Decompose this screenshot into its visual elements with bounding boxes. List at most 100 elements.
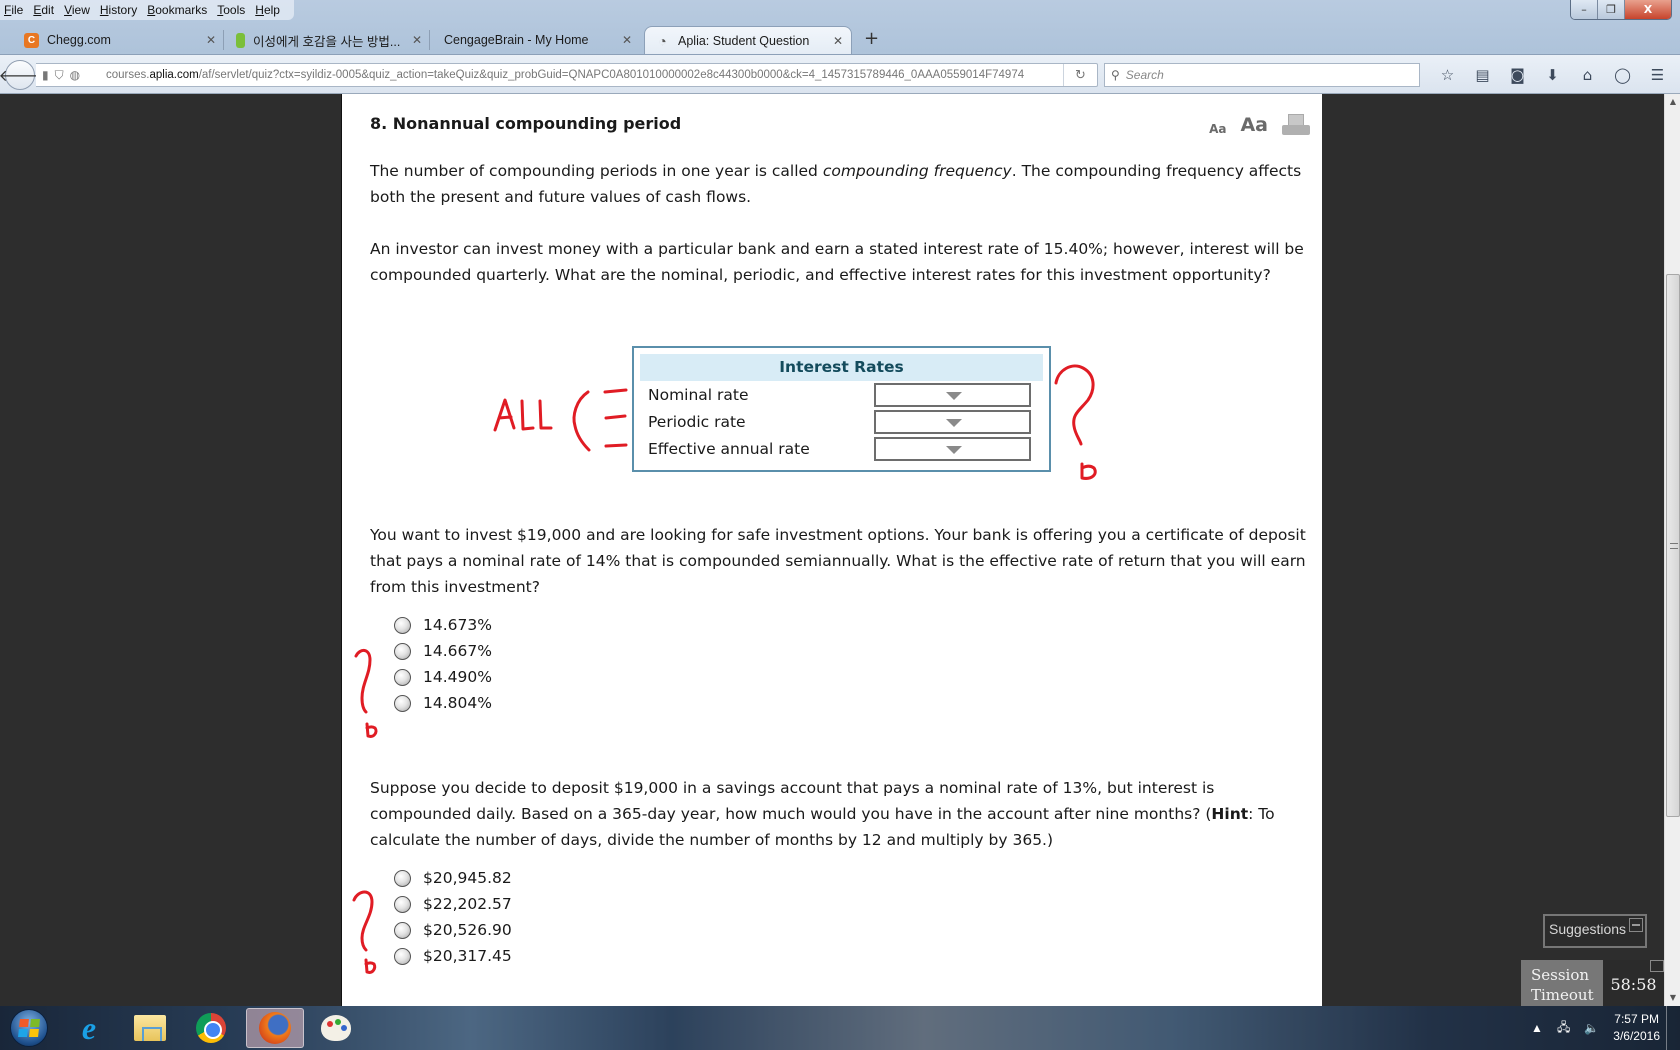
effective-rate-select[interactable] (874, 437, 1031, 461)
search-input[interactable]: ⚲ Search (1104, 63, 1420, 87)
reload-button[interactable]: ↻ (1063, 64, 1097, 86)
radio-button[interactable] (394, 642, 411, 660)
menu-hamburger-icon[interactable]: ☰ (1640, 63, 1675, 87)
minimize-session-icon[interactable] (1650, 960, 1664, 972)
chat-bubble-icon[interactable]: ◯ (1605, 63, 1640, 87)
shield-icon[interactable]: ⛉ (55, 68, 64, 83)
taskbar-firefox[interactable] (246, 1008, 304, 1048)
menu-help[interactable]: Help (255, 3, 280, 17)
close-tab-icon[interactable]: ✕ (412, 33, 422, 47)
option-radio[interactable]: $20,945.82 (394, 865, 512, 891)
part3-text: Suppose you decide to deposit $19,000 in… (370, 779, 1215, 823)
radio-button[interactable] (394, 947, 411, 965)
page-icon: ▮ (42, 68, 49, 82)
suggestions-widget[interactable]: Suggestions (1543, 914, 1647, 948)
reading-list-icon[interactable]: ▤ (1465, 63, 1500, 87)
url-bar-icons: ▮ ⛉ ◍ (36, 68, 106, 83)
option-radio[interactable]: 14.673% (394, 612, 492, 638)
url-text[interactable]: courses.aplia.com/af/servlet/quiz?ctx=sy… (106, 69, 1056, 81)
question-panel: 8. Nonannual compounding period Aa Aa Th… (341, 94, 1322, 1006)
rate-row-nominal: Nominal rate (648, 382, 1038, 408)
vertical-scrollbar[interactable]: ▲ ▼ (1664, 94, 1680, 1006)
paint-icon (321, 1015, 351, 1041)
menu-file[interactable]: File (4, 3, 23, 17)
taskbar-explorer[interactable] (121, 1008, 179, 1048)
menu-tools[interactable]: Tools (217, 3, 245, 17)
pocket-icon[interactable]: ◙ (1500, 63, 1535, 87)
search-icon: ⚲ (1111, 68, 1120, 82)
rate-row-periodic: Periodic rate (648, 409, 1038, 435)
nominal-rate-select[interactable] (874, 383, 1031, 407)
clock-time: 7:57 PM (1614, 1012, 1659, 1026)
globe-icon[interactable]: ◍ (70, 68, 80, 82)
decrease-font-button[interactable]: Aa (1209, 122, 1226, 136)
minimize-button[interactable]: – (1571, 0, 1598, 19)
periodic-rate-select[interactable] (874, 410, 1031, 434)
url-domain: aplia.com (149, 69, 199, 81)
taskbar-clock[interactable]: 7:57 PM 3/6/2016 (1613, 1011, 1660, 1045)
rate-label: Periodic rate (648, 413, 746, 431)
aplia-favicon-icon: ◔ (658, 33, 667, 49)
radio-button[interactable] (394, 869, 411, 887)
menu-view[interactable]: View (64, 3, 90, 17)
page-viewport: 8. Nonannual compounding period Aa Aa Th… (0, 94, 1664, 1006)
chrome-icon (196, 1013, 226, 1043)
internet-explorer-icon: e (81, 1009, 97, 1046)
option-radio[interactable]: 14.804% (394, 690, 492, 716)
annotation-all-label: ALL (0, 94, 29, 98)
network-icon[interactable]: 🖧 (1557, 1018, 1570, 1039)
close-tab-icon[interactable]: ✕ (833, 34, 843, 48)
tab-chegg[interactable]: C Chegg.com ✕ (14, 26, 224, 54)
tab-cengagebrain[interactable]: CengageBrain - My Home ✕ (434, 26, 640, 54)
option-label: $22,202.57 (423, 895, 512, 913)
scroll-up-arrow-icon[interactable]: ▲ (1665, 94, 1680, 110)
tab-korean-article[interactable]: 이성에게 호감을 사는 방법... ✕ (226, 26, 430, 54)
menu-bookmarks[interactable]: Bookmarks (147, 3, 207, 17)
part3-question: Suppose you decide to deposit $19,000 in… (370, 775, 1310, 853)
home-icon[interactable]: ⌂ (1570, 63, 1605, 87)
taskbar-ie[interactable]: e (60, 1008, 118, 1048)
bookmark-star-icon[interactable]: ☆ (1430, 63, 1465, 87)
close-tab-icon[interactable]: ✕ (622, 33, 632, 47)
back-button[interactable]: 🡐 (0, 60, 41, 90)
menu-history[interactable]: History (100, 3, 137, 17)
scroll-down-arrow-icon[interactable]: ▼ (1665, 990, 1680, 1006)
option-label: 14.490% (423, 668, 492, 686)
intro-emphasis: compounding frequency (822, 162, 1012, 180)
dropdown-arrow-icon (946, 392, 962, 400)
interest-rates-table: Interest Rates Nominal rate Periodic rat… (632, 346, 1051, 472)
option-radio[interactable]: $20,526.90 (394, 917, 512, 943)
option-radio[interactable]: 14.667% (394, 638, 492, 664)
radio-button[interactable] (394, 694, 411, 712)
taskbar-paint[interactable] (307, 1008, 365, 1048)
scrollbar-thumb[interactable] (1666, 274, 1680, 817)
close-window-button[interactable]: X (1625, 0, 1671, 19)
tab-title: Chegg.com (47, 33, 111, 47)
show-desktop-button[interactable] (1666, 1006, 1680, 1050)
show-hidden-icons-arrow-icon[interactable]: ▲ (1531, 1021, 1543, 1035)
radio-button[interactable] (394, 895, 411, 913)
option-radio[interactable]: $22,202.57 (394, 891, 512, 917)
part2-options: 14.673% 14.667% 14.490% 14.804% (394, 612, 492, 716)
volume-icon[interactable]: 🔈 (1584, 1021, 1599, 1035)
url-bar[interactable]: ▮ ⛉ ◍ courses.aplia.com/af/servlet/quiz?… (36, 63, 1098, 87)
option-radio[interactable]: 14.490% (394, 664, 492, 690)
radio-button[interactable] (394, 668, 411, 686)
tab-aplia-active[interactable]: ◔ Aplia: Student Question ✕ (644, 26, 852, 55)
radio-button[interactable] (394, 616, 411, 634)
minimize-suggestions-icon[interactable] (1629, 918, 1643, 932)
increase-font-button[interactable]: Aa (1240, 114, 1268, 136)
radio-button[interactable] (394, 921, 411, 939)
rate-label: Effective annual rate (648, 440, 810, 458)
taskbar-chrome[interactable] (182, 1008, 240, 1048)
new-tab-button[interactable]: + (864, 28, 879, 49)
printer-icon[interactable] (1282, 114, 1310, 136)
option-label: 14.804% (423, 694, 492, 712)
restore-button[interactable]: ❐ (1598, 0, 1625, 19)
interest-rates-header: Interest Rates (640, 354, 1043, 381)
download-icon[interactable]: ⬇ (1535, 63, 1570, 87)
close-tab-icon[interactable]: ✕ (206, 33, 216, 47)
option-radio[interactable]: $20,317.45 (394, 943, 512, 969)
start-button[interactable] (0, 1008, 58, 1048)
menu-edit[interactable]: Edit (33, 3, 54, 17)
